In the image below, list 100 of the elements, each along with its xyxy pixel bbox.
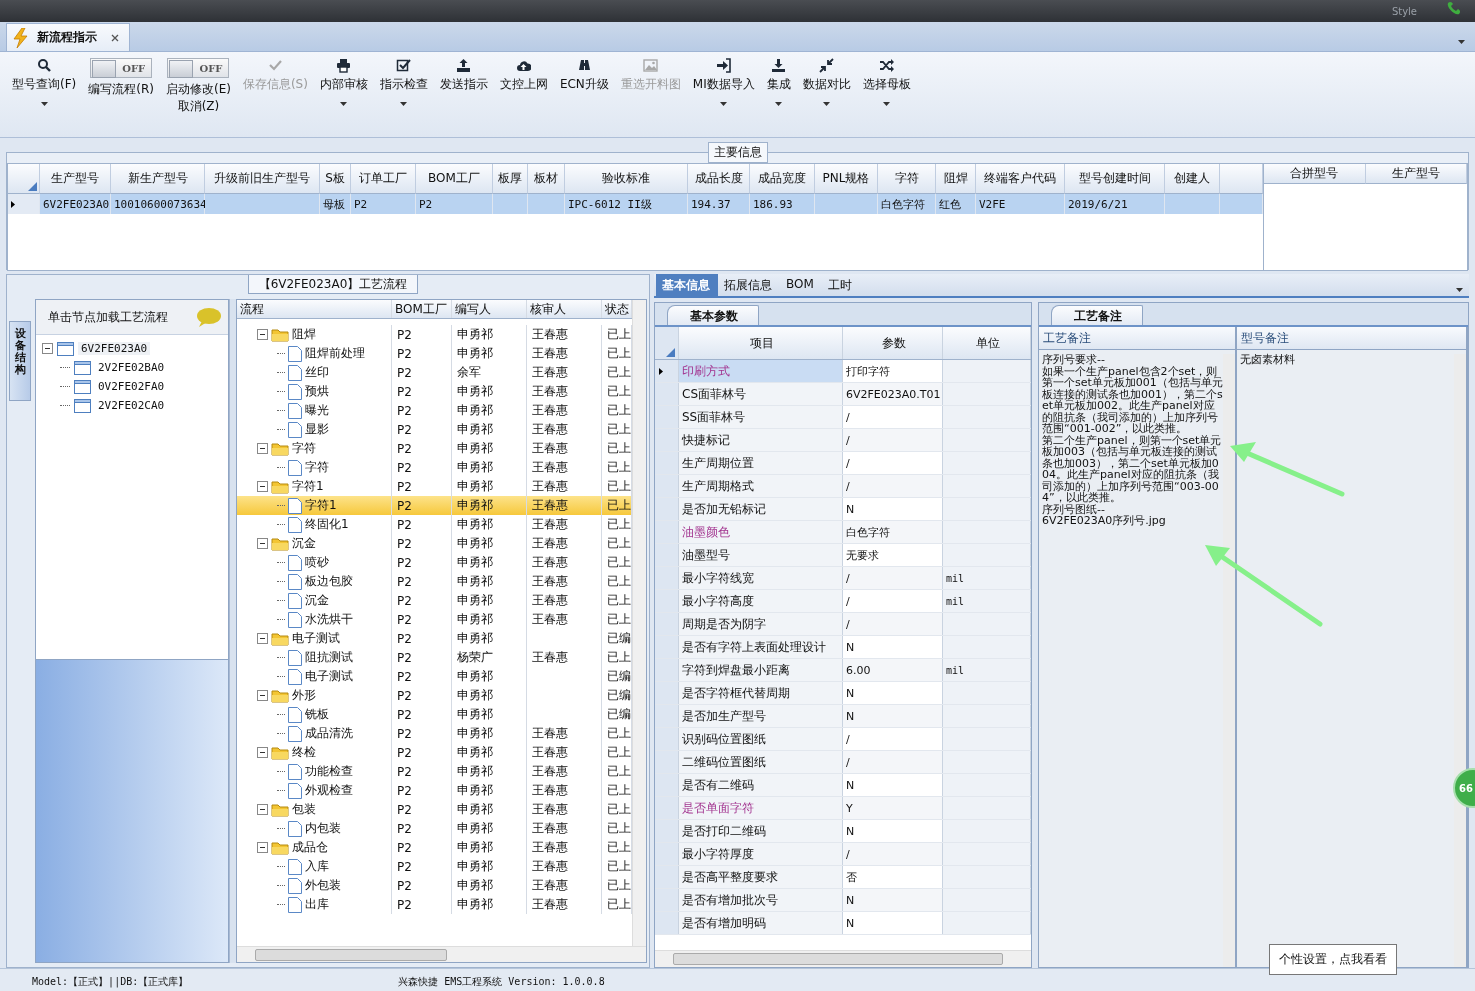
column-header[interactable]: 成品长度	[688, 164, 750, 194]
tree-row[interactable]: 成品仓 P2 申勇祁 王春惠 已上	[237, 838, 632, 857]
toggle-button[interactable]: OFF 编写流程(R)	[82, 56, 160, 107]
tree-row[interactable]: 阻焊 P2 申勇祁 王春惠 已上	[237, 325, 632, 344]
toolbar-button[interactable]: 指示检查	[373, 56, 434, 108]
tree-row[interactable]: 出库 P2 申勇祁 王春惠 已上	[237, 895, 632, 914]
column-header[interactable]: 升级前旧生产型号	[205, 164, 320, 194]
toggle-switch[interactable]: OFF	[90, 58, 153, 78]
toolbar-button[interactable]: 选择母板	[856, 56, 917, 108]
tree-row[interactable]: 电子测试 P2 申勇祁 已编	[237, 629, 632, 648]
toolbar-button[interactable]: ECN升级	[553, 56, 615, 102]
document-tab[interactable]: 新流程指示	[6, 23, 130, 51]
tree-row[interactable]: 板边包胶 P2 申勇祁 王春惠 已上	[237, 572, 632, 591]
column-header[interactable]: 编写人	[452, 300, 527, 318]
toolbar-button[interactable]: 发送指示	[433, 56, 494, 102]
tree-row[interactable]: 阻抗测试 P2 杨荣广 王春惠 已上	[237, 648, 632, 667]
column-header[interactable]: 流程	[237, 300, 392, 318]
tree-row[interactable]: 曝光 P2 申勇祁 王春惠 已上	[237, 401, 632, 420]
tab[interactable]: BOM	[780, 274, 822, 296]
column-header[interactable]: PNL规格	[815, 164, 878, 194]
tree-row[interactable]: 铣板 P2 申勇祁 已编	[237, 705, 632, 724]
tree-row[interactable]: 沉金 P2 申勇祁 王春惠 已上	[237, 534, 632, 553]
close-icon[interactable]	[111, 33, 119, 42]
column-header[interactable]: 工艺备注	[1039, 327, 1237, 349]
tree-item[interactable]: 2V2FE02CA0	[95, 399, 168, 412]
tree-row[interactable]: 外包装 P2 申勇祁 王春惠 已上	[237, 876, 632, 895]
expand-toggle[interactable]	[257, 842, 268, 853]
tree-row[interactable]: 包装 P2 申勇祁 王春惠 已上	[237, 800, 632, 819]
expand-toggle[interactable]	[257, 747, 268, 758]
column-header[interactable]: 项目	[679, 327, 843, 359]
tree-row[interactable]: 成品清洗 P2 申勇祁 王春惠 已上	[237, 724, 632, 743]
column-header[interactable]: 型号备注	[1237, 327, 1468, 349]
column-header[interactable]: 板材	[528, 164, 565, 194]
horizontal-scrollbar[interactable]	[655, 950, 1031, 967]
tree-row[interactable]: 外观检查 P2 申勇祁 王春惠 已上	[237, 781, 632, 800]
vertical-scrollbar[interactable]	[632, 300, 646, 946]
column-header[interactable]: 创建人	[1165, 164, 1220, 194]
tree-row[interactable]: 喷砂 P2 申勇祁 王春惠 已上	[237, 553, 632, 572]
tab[interactable]: 拓展信息	[718, 274, 780, 296]
row-header[interactable]	[655, 360, 679, 382]
column-header[interactable]: S板	[320, 164, 351, 194]
tree-item[interactable]: 0V2FE02FA0	[95, 380, 168, 393]
tab[interactable]: 工艺备注	[1051, 305, 1143, 325]
column-header[interactable]: 参数	[843, 327, 943, 359]
expand-toggle[interactable]	[257, 690, 268, 701]
column-header[interactable]: 字符	[878, 164, 936, 194]
column-header[interactable]: 新生产型号	[111, 164, 205, 194]
tab[interactable]: 基本参数	[667, 305, 759, 325]
tree-row[interactable]: 阻焊前处理 P2 申勇祁 王春惠 已上	[237, 344, 632, 363]
expand-toggle[interactable]	[42, 343, 53, 354]
column-header[interactable]: 成品宽度	[750, 164, 815, 194]
expand-toggle[interactable]	[257, 329, 268, 340]
tree-row[interactable]: 丝印 P2 余军 王春惠 已上	[237, 363, 632, 382]
vertical-scrollbar[interactable]	[1223, 354, 1235, 967]
tree-row[interactable]: 外形 P2 申勇祁 已编	[237, 686, 632, 705]
tree-row[interactable]: 水洗烘干 P2 申勇祁 王春惠 已上	[237, 610, 632, 629]
column-header[interactable]: 型号创建时间	[1065, 164, 1165, 194]
column-header[interactable]: BOM工厂	[416, 164, 493, 194]
expand-toggle[interactable]	[257, 633, 268, 644]
toolbar-button[interactable]: 数据对比	[796, 56, 857, 108]
side-tab[interactable]: 设备结构	[9, 321, 31, 401]
tree-row[interactable]: 字符1 P2 申勇祁 王春惠 已上	[237, 496, 632, 515]
toolbar-button[interactable]: 文控上网	[493, 56, 554, 102]
column-header[interactable]: 单位	[943, 327, 1031, 359]
tree-row[interactable]: 入库 P2 申勇祁 王春惠 已上	[237, 857, 632, 876]
expand-toggle[interactable]	[257, 804, 268, 815]
column-header[interactable]: 生产型号	[1365, 164, 1467, 184]
tree-row[interactable]: 内包装 P2 申勇祁 王春惠 已上	[237, 819, 632, 838]
toolbar-button[interactable]: 内部审核	[313, 56, 374, 108]
tree-row[interactable]: 沉金 P2 申勇祁 王春惠 已上	[237, 591, 632, 610]
row-header[interactable]	[8, 194, 40, 214]
tree-item[interactable]: 2V2FE02BA0	[95, 361, 168, 374]
tab[interactable]: 工时	[821, 274, 860, 296]
tree-row[interactable]: 预烘 P2 申勇祁 王春惠 已上	[237, 382, 632, 401]
column-header[interactable]: 阻焊	[936, 164, 976, 194]
tree-item[interactable]: 6V2FE023A0	[78, 342, 151, 355]
tree-row[interactable]: 终固化1 P2 申勇祁 王春惠 已上	[237, 515, 632, 534]
tree-row[interactable]: 字符 P2 申勇祁 王春惠 已上	[237, 458, 632, 477]
tree-row[interactable]: 终检 P2 申勇祁 王春惠 已上	[237, 743, 632, 762]
expand-toggle[interactable]	[257, 481, 268, 492]
tree-row[interactable]: 字符 P2 申勇祁 王春惠 已上	[237, 439, 632, 458]
toolbar-button[interactable]: 集成	[760, 56, 797, 108]
style-label[interactable]: Style	[1391, 5, 1417, 17]
column-header[interactable]: 订单工厂	[351, 164, 416, 194]
expand-toggle[interactable]	[257, 443, 268, 454]
column-header[interactable]: 核审人	[527, 300, 602, 318]
expand-toggle[interactable]	[257, 538, 268, 549]
column-header[interactable]: 板厚	[493, 164, 528, 194]
tab-label[interactable]: 新流程指示	[37, 29, 97, 46]
toggle-button[interactable]: OFF 启动修改(E) 取消(Z)	[159, 56, 237, 124]
tree-row[interactable]: 显影 P2 申勇祁 王春惠 已上	[237, 420, 632, 439]
tab[interactable]: 基本信息	[656, 274, 718, 296]
column-header[interactable]: BOM工厂	[392, 300, 452, 318]
column-header[interactable]: 合拼型号	[1264, 164, 1366, 184]
splitter-handle[interactable]	[229, 299, 236, 963]
tree-row[interactable]: 功能检查 P2 申勇祁 王春惠 已上	[237, 762, 632, 781]
toolbar-button[interactable]: 型号查询(F)	[6, 56, 83, 108]
tree-row[interactable]: 电子测试 P2 申勇祁 已编	[237, 667, 632, 686]
horizontal-scrollbar[interactable]	[237, 946, 646, 962]
column-header[interactable]: 生产型号	[40, 164, 111, 194]
